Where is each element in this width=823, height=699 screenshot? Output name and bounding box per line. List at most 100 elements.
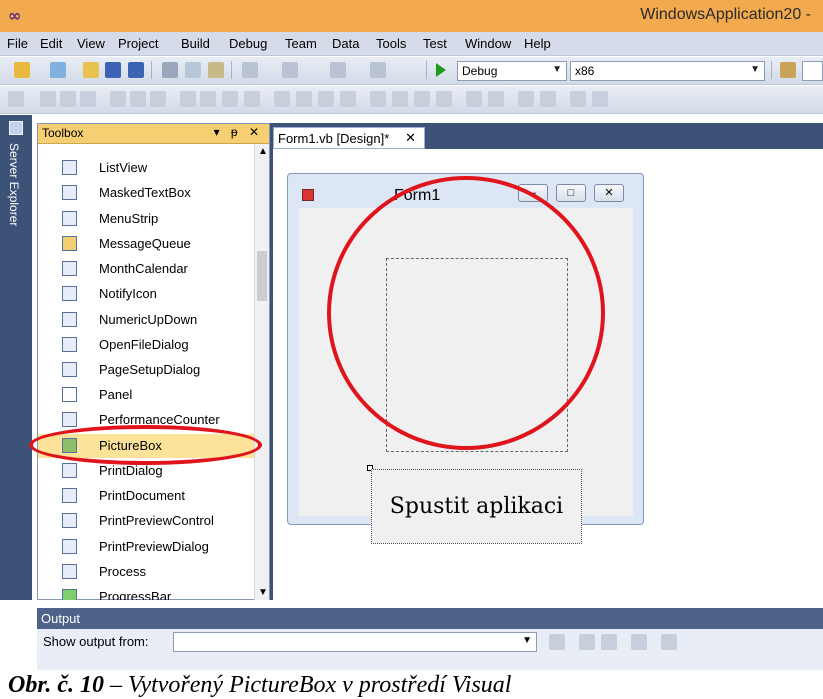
solution-configuration-select[interactable]: Debug ▼ bbox=[457, 61, 567, 81]
server-explorer-strip[interactable]: Server Explorer bbox=[0, 115, 32, 600]
toolbox-item-label: MenuStrip bbox=[99, 211, 159, 226]
pagesetupdialog-icon bbox=[62, 362, 77, 377]
send-to-back-icon[interactable] bbox=[540, 91, 556, 107]
menu-tools[interactable]: Tools bbox=[376, 36, 406, 51]
menu-window[interactable]: Window bbox=[465, 36, 511, 51]
menu-file[interactable]: File bbox=[7, 36, 28, 51]
size-to-grid-icon[interactable] bbox=[200, 91, 216, 107]
make-same-size-icon[interactable] bbox=[244, 91, 260, 107]
toolbox-item-label: Panel bbox=[99, 387, 133, 402]
undo-icon[interactable] bbox=[242, 62, 258, 78]
remove-spacing-icon[interactable] bbox=[340, 91, 356, 107]
vertical-spacing-icon[interactable] bbox=[370, 91, 386, 107]
menu-test[interactable]: Test bbox=[423, 36, 447, 51]
menu-data[interactable]: Data bbox=[332, 36, 359, 51]
toolbox-item-numericupdown[interactable]: NumericUpDown bbox=[38, 308, 254, 332]
output-source-select[interactable]: ▼ bbox=[173, 632, 537, 652]
toolbox-item-panel[interactable]: Panel bbox=[38, 383, 254, 407]
redo-icon[interactable] bbox=[282, 62, 298, 78]
menu-build[interactable]: Build bbox=[181, 36, 210, 51]
word-wrap-icon[interactable] bbox=[661, 634, 677, 650]
find-message-icon[interactable] bbox=[549, 634, 565, 650]
menu-project[interactable]: Project bbox=[118, 36, 158, 51]
toolbox-item-process[interactable]: Process bbox=[38, 560, 254, 584]
menu-debug[interactable]: Debug bbox=[229, 36, 267, 51]
toolbox-item-printdocument[interactable]: PrintDocument bbox=[38, 484, 254, 508]
align-to-grid-icon[interactable] bbox=[8, 91, 24, 107]
layout-toolbar bbox=[0, 86, 823, 114]
paste-icon[interactable] bbox=[208, 62, 224, 78]
toolbox-item-printpreviewcontrol[interactable]: PrintPreviewControl bbox=[38, 509, 254, 533]
align-rights-icon[interactable] bbox=[80, 91, 96, 107]
toolbox-item-printpreviewdialog[interactable]: PrintPreviewDialog bbox=[38, 535, 254, 559]
menu-view[interactable]: View bbox=[77, 36, 105, 51]
tab-form1-design[interactable]: Form1.vb [Design]* ✕ bbox=[273, 127, 425, 149]
decrease-vertical-spacing-icon[interactable] bbox=[414, 91, 430, 107]
toolbox-item-openfiledialog[interactable]: OpenFileDialog bbox=[38, 333, 254, 357]
previous-message-icon[interactable] bbox=[579, 634, 595, 650]
toolbox-item-maskedtextbox[interactable]: MaskedTextBox bbox=[38, 181, 254, 205]
maximize-button[interactable]: □ bbox=[556, 184, 586, 202]
solution-configuration-value: Debug bbox=[462, 64, 498, 78]
numericupdown-icon bbox=[62, 312, 77, 327]
cut-icon[interactable] bbox=[162, 62, 178, 78]
menu-bar: File Edit View Project Build Debug Team … bbox=[0, 32, 823, 56]
menu-team[interactable]: Team bbox=[285, 36, 317, 51]
close-button[interactable]: ✕ bbox=[594, 184, 624, 202]
open-file-icon[interactable] bbox=[83, 62, 99, 78]
decrease-spacing-icon[interactable] bbox=[318, 91, 334, 107]
close-icon[interactable]: ✕ bbox=[405, 130, 416, 146]
align-middles-icon[interactable] bbox=[130, 91, 146, 107]
scroll-down-icon[interactable]: ▼ bbox=[258, 587, 268, 598]
menu-edit[interactable]: Edit bbox=[40, 36, 62, 51]
start-application-button[interactable]: Spustit aplikaci bbox=[371, 469, 582, 544]
toolbox-item-listview[interactable]: ListView bbox=[38, 156, 254, 180]
lock-controls-icon[interactable] bbox=[592, 91, 608, 107]
new-project-icon[interactable] bbox=[14, 62, 30, 78]
center-horizontally-icon[interactable] bbox=[466, 91, 482, 107]
toolbox-item-monthcalendar[interactable]: MonthCalendar bbox=[38, 257, 254, 281]
toolbox-item-progressbar[interactable]: ProgressBar bbox=[38, 585, 254, 600]
toolbox-item-messagequeue[interactable]: MessageQueue bbox=[38, 232, 254, 256]
visual-studio-logo-icon: ∞ bbox=[8, 6, 22, 25]
chevron-down-icon: ▼ bbox=[552, 64, 562, 75]
clear-all-icon[interactable] bbox=[631, 634, 647, 650]
align-lefts-icon[interactable] bbox=[40, 91, 56, 107]
align-centers-icon[interactable] bbox=[60, 91, 76, 107]
center-vertically-icon[interactable] bbox=[488, 91, 504, 107]
make-same-width-icon[interactable] bbox=[180, 91, 196, 107]
toolbox-item-pagesetupdialog[interactable]: PageSetupDialog bbox=[38, 358, 254, 382]
toolbox-item-notifyicon[interactable]: NotifyIcon bbox=[38, 282, 254, 306]
add-item-icon[interactable] bbox=[50, 62, 66, 78]
next-message-icon[interactable] bbox=[601, 634, 617, 650]
window-title: WindowsApplication20 - bbox=[640, 6, 811, 23]
align-tops-icon[interactable] bbox=[110, 91, 126, 107]
toolbox-scrollbar[interactable]: ▲ ▼ bbox=[254, 144, 269, 600]
scroll-up-icon[interactable]: ▲ bbox=[258, 146, 268, 157]
toolbox-item-menustrip[interactable]: MenuStrip bbox=[38, 207, 254, 231]
increase-spacing-icon[interactable] bbox=[296, 91, 312, 107]
toolbox-window-controls[interactable]: ▾ ᵽ ✕ bbox=[214, 125, 263, 139]
toolbar-separator bbox=[151, 61, 152, 79]
navigate-backward-icon[interactable] bbox=[330, 62, 346, 78]
output-title: Output bbox=[41, 611, 81, 626]
start-debugging-icon[interactable] bbox=[436, 63, 446, 77]
navigate-forward-icon[interactable] bbox=[370, 62, 386, 78]
toolbox-title: Toolbox bbox=[42, 126, 84, 140]
align-bottoms-icon[interactable] bbox=[150, 91, 166, 107]
caption-text: – Vytvořený PictureBox v prostředí Visua… bbox=[104, 672, 512, 698]
tab-order-icon[interactable] bbox=[570, 91, 586, 107]
save-icon[interactable] bbox=[105, 62, 121, 78]
save-all-icon[interactable] bbox=[128, 62, 144, 78]
copy-icon[interactable] bbox=[185, 62, 201, 78]
make-same-height-icon[interactable] bbox=[222, 91, 238, 107]
bring-to-front-icon[interactable] bbox=[518, 91, 534, 107]
remove-vertical-spacing-icon[interactable] bbox=[436, 91, 452, 107]
find-input[interactable] bbox=[802, 61, 823, 81]
menu-help[interactable]: Help bbox=[524, 36, 551, 51]
find-in-files-icon[interactable] bbox=[780, 62, 796, 78]
horizontal-spacing-icon[interactable] bbox=[274, 91, 290, 107]
scrollbar-thumb[interactable] bbox=[257, 251, 267, 301]
increase-vertical-spacing-icon[interactable] bbox=[392, 91, 408, 107]
solution-platform-select[interactable]: x86 ▼ bbox=[570, 61, 765, 81]
